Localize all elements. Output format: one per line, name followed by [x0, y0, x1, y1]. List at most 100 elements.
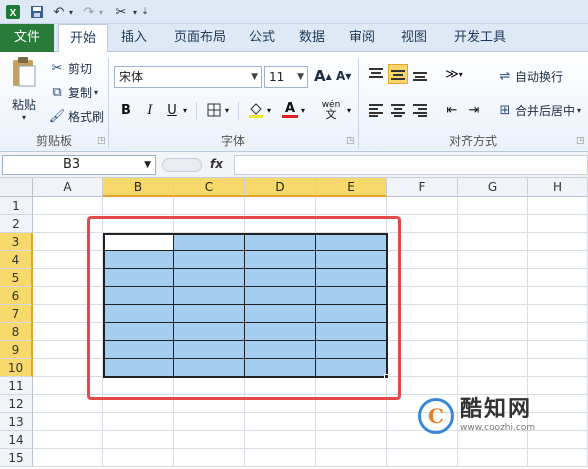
cell-g10[interactable] [458, 359, 528, 377]
row-header-10[interactable]: 10 [0, 359, 33, 377]
cell-e7[interactable] [316, 305, 387, 323]
cell-h4[interactable] [528, 251, 588, 269]
cell-a12[interactable] [33, 395, 103, 413]
cell-d13[interactable] [245, 413, 316, 431]
fill-color-icon[interactable] [246, 100, 266, 120]
increase-indent-icon[interactable]: ⇥ [464, 100, 484, 120]
align-left-icon[interactable] [366, 100, 386, 120]
cell-g15[interactable] [458, 449, 528, 467]
cell-b10[interactable] [103, 359, 174, 377]
cell-d6[interactable] [245, 287, 316, 305]
cell-b8[interactable] [103, 323, 174, 341]
font-launcher-icon[interactable]: ◳ [346, 136, 355, 146]
column-header-b[interactable]: B [103, 178, 174, 197]
cell-c1[interactable] [174, 197, 245, 215]
save-icon[interactable] [28, 3, 46, 21]
cell-b12[interactable] [103, 395, 174, 413]
cell-d2[interactable] [245, 215, 316, 233]
cell-h15[interactable] [528, 449, 588, 467]
undo-dropdown-icon[interactable]: ▾ [66, 3, 76, 21]
merge-center-button[interactable]: ⊞ 合并后居中 ▾ [496, 100, 581, 120]
cell-b11[interactable] [103, 377, 174, 395]
row-header-15[interactable]: 15 [0, 449, 33, 467]
row-header-5[interactable]: 5 [0, 269, 33, 287]
font-size-select[interactable]: 11 ▼ [264, 66, 308, 88]
cell-h2[interactable] [528, 215, 588, 233]
align-middle-icon[interactable] [388, 64, 408, 84]
cell-f15[interactable] [387, 449, 458, 467]
cell-d14[interactable] [245, 431, 316, 449]
alignment-launcher-icon[interactable]: ◳ [576, 136, 585, 146]
redo-dropdown-icon[interactable]: ▾ [96, 3, 106, 21]
copy-button[interactable]: ⧉ 复制 ▾ [48, 82, 98, 102]
tab-data[interactable]: 数据 [290, 24, 334, 52]
customize-qat-icon[interactable]: ⇣ [140, 3, 150, 21]
cell-a7[interactable] [33, 305, 103, 323]
align-center-icon[interactable] [388, 100, 408, 120]
phonetic-icon[interactable]: wén 文 [318, 100, 344, 120]
cell-c7[interactable] [174, 305, 245, 323]
cell-b7[interactable] [103, 305, 174, 323]
cell-e3[interactable] [316, 233, 387, 251]
cell-e9[interactable] [316, 341, 387, 359]
cell-h5[interactable] [528, 269, 588, 287]
cell-e15[interactable] [316, 449, 387, 467]
cell-g11[interactable] [458, 377, 528, 395]
insert-function-button[interactable]: fx [210, 157, 223, 171]
cell-a2[interactable] [33, 215, 103, 233]
cell-g9[interactable] [458, 341, 528, 359]
cell-c5[interactable] [174, 269, 245, 287]
font-name-select[interactable]: 宋体 ▼ [114, 66, 262, 88]
cell-b13[interactable] [103, 413, 174, 431]
cell-d10[interactable] [245, 359, 316, 377]
tab-formulas[interactable]: 公式 [240, 24, 284, 52]
cell-f5[interactable] [387, 269, 458, 287]
wrap-text-button[interactable]: ⇌ 自动换行 [496, 66, 563, 86]
cell-e14[interactable] [316, 431, 387, 449]
row-header-9[interactable]: 9 [0, 341, 33, 359]
cell-e4[interactable] [316, 251, 387, 269]
row-header-14[interactable]: 14 [0, 431, 33, 449]
font-color-icon[interactable]: A [280, 100, 300, 120]
cell-f9[interactable] [387, 341, 458, 359]
cell-d12[interactable] [245, 395, 316, 413]
cell-a9[interactable] [33, 341, 103, 359]
cell-f6[interactable] [387, 287, 458, 305]
cell-b14[interactable] [103, 431, 174, 449]
row-header-11[interactable]: 11 [0, 377, 33, 395]
cell-b15[interactable] [103, 449, 174, 467]
cell-e5[interactable] [316, 269, 387, 287]
cell-g4[interactable] [458, 251, 528, 269]
column-header-e[interactable]: E [316, 178, 387, 197]
cell-e8[interactable] [316, 323, 387, 341]
cell-c13[interactable] [174, 413, 245, 431]
cell-g2[interactable] [458, 215, 528, 233]
cell-g7[interactable] [458, 305, 528, 323]
cell-a14[interactable] [33, 431, 103, 449]
cell-e12[interactable] [316, 395, 387, 413]
select-all-button[interactable] [0, 178, 33, 197]
cell-h11[interactable] [528, 377, 588, 395]
cell-a5[interactable] [33, 269, 103, 287]
cell-e2[interactable] [316, 215, 387, 233]
borders-dropdown-icon[interactable]: ▾ [222, 100, 232, 120]
cell-g8[interactable] [458, 323, 528, 341]
row-header-1[interactable]: 1 [0, 197, 33, 215]
cell-c11[interactable] [174, 377, 245, 395]
cell-g3[interactable] [458, 233, 528, 251]
cell-h7[interactable] [528, 305, 588, 323]
name-box[interactable]: B3 ▼ [2, 155, 156, 175]
orientation-icon[interactable]: ≫ ▾ [442, 64, 466, 84]
row-header-3[interactable]: 3 [0, 233, 33, 251]
align-right-icon[interactable] [410, 100, 430, 120]
cell-d8[interactable] [245, 323, 316, 341]
column-header-f[interactable]: F [387, 178, 458, 197]
column-header-g[interactable]: G [458, 178, 528, 197]
column-header-d[interactable]: D [245, 178, 316, 197]
fill-color-dropdown-icon[interactable]: ▾ [264, 100, 274, 120]
cell-d11[interactable] [245, 377, 316, 395]
cell-f1[interactable] [387, 197, 458, 215]
cell-a3[interactable] [33, 233, 103, 251]
phonetic-dropdown-icon[interactable]: ▾ [344, 100, 354, 120]
cell-a1[interactable] [33, 197, 103, 215]
